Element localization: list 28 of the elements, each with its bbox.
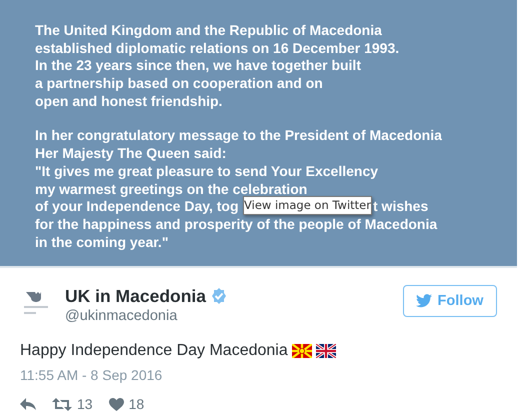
image-text-line: for the happiness and prosperity of the people of Macedonia — [35, 216, 438, 234]
image-text-line: my warmest greetings on the celebration — [35, 180, 308, 198]
reply-icon[interactable] — [20, 398, 36, 410]
image-text-line: t wishes — [373, 198, 428, 216]
like-count: 18 — [128, 396, 144, 412]
tweet-text: Happy Independence Day Macedonia — [20, 341, 288, 361]
heart-icon[interactable] — [108, 398, 124, 410]
image-text-line: open and honest friendship. — [35, 92, 222, 110]
tooltip: View image on Twitter — [243, 196, 372, 215]
author-handle[interactable]: @ukinmacedonia — [65, 307, 403, 325]
tweet-timestamp[interactable]: 11:55 AM - 8 Sep 2016 — [20, 366, 497, 384]
bird-icon — [416, 294, 432, 308]
follow-button[interactable]: Follow — [403, 285, 497, 317]
retweet-icon[interactable] — [52, 398, 72, 410]
image-text-line: a partnership based on cooperation and on — [35, 75, 323, 93]
image-text-line: In the 23 years since then, we have together built — [35, 57, 361, 76]
sun-flag-icon — [292, 344, 312, 358]
image-text-line: The United Kingdom and the Republic of Macedonia — [35, 22, 382, 40]
image-text-line: in the coming year." — [35, 234, 168, 252]
image-text-line: Her Majesty The Queen said: — [35, 145, 226, 163]
retweet-count: 13 — [77, 396, 93, 412]
image-text-line: established diplomatic relations on 16 December 1993. — [35, 40, 400, 58]
image-text-line: of your Independence Day, tog — [35, 198, 240, 216]
image-text-line: In her congratulatory message to the President of Macedonia — [35, 127, 442, 146]
union-flag-icon — [316, 344, 336, 358]
image-text-line: "It gives me great pleasure to send Your Excellency — [35, 162, 378, 181]
tweet-image[interactable] — [0, 0, 517, 268]
author-name[interactable]: UK in Macedonia — [65, 285, 206, 307]
